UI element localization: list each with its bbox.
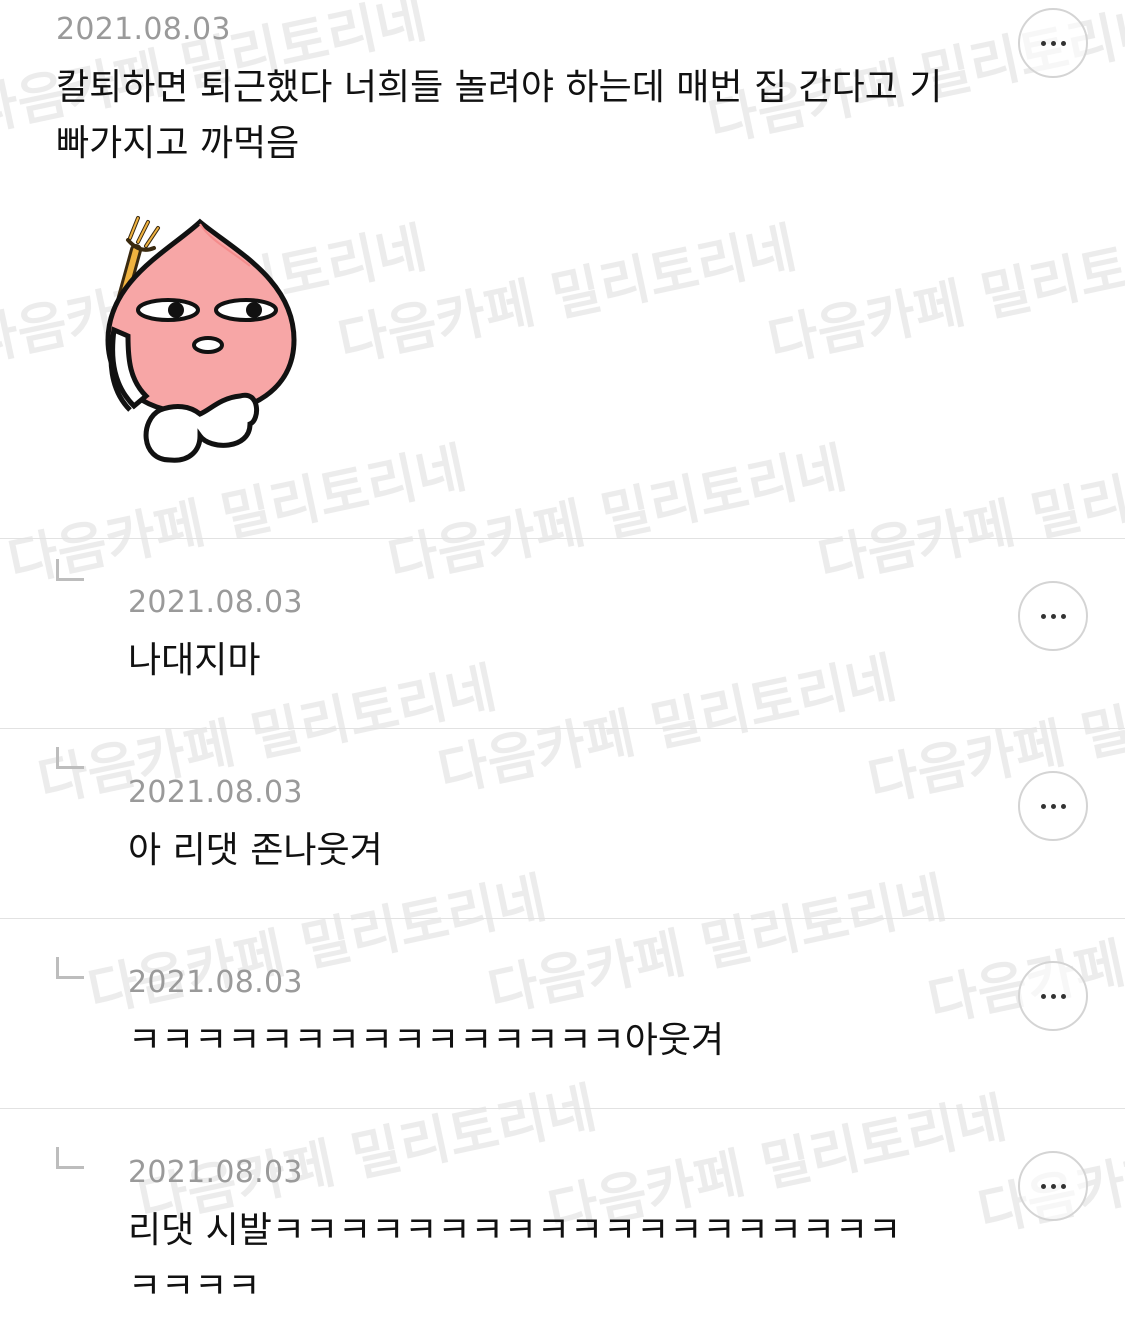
comment-text-line: 빠가지고 까먹음 bbox=[56, 123, 300, 164]
comment-date: 2021.08.03 bbox=[56, 12, 231, 47]
comment-date: 2021.08.03 bbox=[128, 965, 303, 1000]
more-options-button[interactable] bbox=[1018, 961, 1088, 1031]
reply-arrow-icon bbox=[56, 1147, 84, 1169]
comment-text: ㅋㅋㅋㅋㅋㅋㅋㅋㅋㅋㅋㅋㅋㅋㅋ아웃겨 bbox=[128, 1020, 725, 1061]
more-dots-icon bbox=[1040, 803, 1066, 809]
more-dots-icon bbox=[1040, 40, 1066, 46]
reply-item: 2021.08.03 아 리댓 존나웃겨 bbox=[0, 729, 1125, 918]
comment-date: 2021.08.03 bbox=[128, 775, 303, 810]
peach-character-sticker bbox=[105, 216, 297, 463]
reply-arrow-icon bbox=[56, 747, 84, 769]
reply-item: 2021.08.03 ㅋㅋㅋㅋㅋㅋㅋㅋㅋㅋㅋㅋㅋㅋㅋ아웃겨 bbox=[0, 919, 1125, 1108]
more-options-button[interactable] bbox=[1018, 1151, 1088, 1221]
comment-item: 2021.08.03 칼퇴하면 퇴근했다 너희들 놀려야 하는데 매번 집 간다… bbox=[0, 0, 1125, 538]
reply-item: 2021.08.03 나대지마 bbox=[0, 539, 1125, 728]
reply-item: 2021.08.03 리댓 시발ㅋㅋㅋㅋㅋㅋㅋㅋㅋㅋㅋㅋㅋㅋㅋㅋㅋㅋㅋ ㅋㅋㅋㅋ bbox=[0, 1109, 1125, 1332]
more-options-button[interactable] bbox=[1018, 771, 1088, 841]
comment-text: 아 리댓 존나웃겨 bbox=[128, 830, 383, 871]
more-options-button[interactable] bbox=[1018, 581, 1088, 651]
comment-text: 나대지마 bbox=[128, 640, 261, 681]
comment-date: 2021.08.03 bbox=[128, 585, 303, 620]
comment-text: 리댓 시발ㅋㅋㅋㅋㅋㅋㅋㅋㅋㅋㅋㅋㅋㅋㅋㅋㅋㅋㅋ ㅋㅋㅋㅋ bbox=[128, 1203, 1028, 1315]
comment-text-line: 칼퇴하면 퇴근했다 너희들 놀려야 하는데 매번 집 간다고 기 bbox=[56, 67, 943, 108]
more-dots-icon bbox=[1040, 613, 1066, 619]
comment-date: 2021.08.03 bbox=[128, 1155, 303, 1190]
reply-arrow-icon bbox=[56, 957, 84, 979]
more-dots-icon bbox=[1040, 1183, 1066, 1189]
reply-arrow-icon bbox=[56, 559, 84, 581]
comment-text-line: ㅋㅋㅋㅋ bbox=[128, 1266, 261, 1307]
more-options-button[interactable] bbox=[1018, 8, 1088, 78]
comment-text: 칼퇴하면 퇴근했다 너희들 놀려야 하는데 매번 집 간다고 기 빠가지고 까먹… bbox=[56, 60, 1036, 172]
comment-text-line: 리댓 시발ㅋㅋㅋㅋㅋㅋㅋㅋㅋㅋㅋㅋㅋㅋㅋㅋㅋㅋㅋ bbox=[128, 1210, 902, 1251]
more-dots-icon bbox=[1040, 993, 1066, 999]
